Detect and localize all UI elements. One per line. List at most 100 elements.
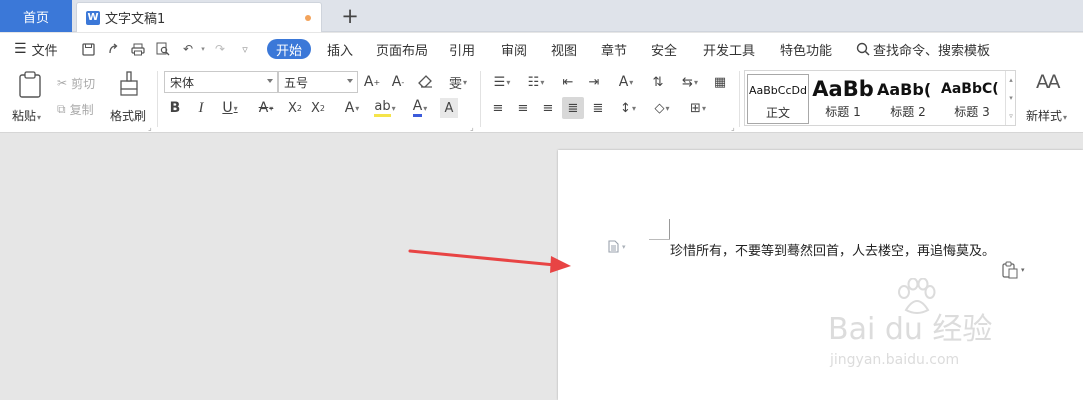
font-launcher-icon[interactable]: ⌟ <box>470 123 474 132</box>
underline-icon[interactable]: U ▾ <box>216 98 244 118</box>
style-preview: AaBb( <box>877 79 932 99</box>
format-painter-label: 格式刷 <box>110 109 147 123</box>
file-menu-label: 文件 <box>31 43 58 59</box>
clear-formatting-icon[interactable] <box>415 73 435 91</box>
style-name: 标题 1 <box>825 105 861 119</box>
table-layout-icon[interactable]: ▦ <box>710 73 730 91</box>
tab-security[interactable]: 安全 <box>651 33 677 65</box>
group-divider <box>739 71 740 127</box>
print-icon[interactable] <box>131 42 145 56</box>
sort-icon[interactable]: ⇅ <box>648 73 668 91</box>
text-direction-icon[interactable]: A ▾ <box>612 73 640 91</box>
style-normal[interactable]: AaBbCcDd 正文 <box>747 74 809 124</box>
text-cursor <box>669 219 670 240</box>
cut-button[interactable]: ✂ 剪切 <box>57 75 95 91</box>
strikethrough-icon[interactable]: A ▾ <box>252 98 280 118</box>
chevron-down-icon <box>347 79 353 83</box>
line-distribution-icon[interactable]: ⇆ ▾ <box>676 73 704 91</box>
new-style-label: 新样式 <box>1026 109 1063 123</box>
tab-references[interactable]: 引用 <box>449 33 475 65</box>
margin-corner-mark <box>649 239 670 240</box>
font-color-icon[interactable]: A ▾ <box>406 98 434 118</box>
style-heading-1[interactable]: AaBb 标题 1 <box>811 74 875 124</box>
customize-quick-access-icon[interactable]: ▿ <box>238 42 252 56</box>
watermark-logo-text: Bai du 经验 <box>828 312 993 347</box>
new-style-button[interactable]: AA 新样式▾ <box>1026 71 1070 129</box>
tab-bar: 首页 W 文字文稿1 + <box>0 0 1083 32</box>
print-preview-icon[interactable] <box>156 42 170 56</box>
undo-dropdown-icon[interactable]: ▾ <box>196 42 210 56</box>
increase-indent-icon[interactable]: ⇥ <box>584 73 604 91</box>
font-size-select[interactable]: 五号 <box>278 71 358 93</box>
clipboard-launcher-icon[interactable]: ⌟ <box>148 123 152 132</box>
group-divider <box>480 71 481 127</box>
style-gallery: AaBbCcDd 正文 AaBb 标题 1 AaBb( 标题 2 AaBbC( … <box>744 70 1016 126</box>
align-center-icon[interactable]: ≡ <box>513 99 533 117</box>
subscript-icon[interactable]: X2 <box>308 98 328 118</box>
bullet-list-icon[interactable]: ☰ ▾ <box>488 73 516 91</box>
tab-special-features[interactable]: 特色功能 <box>780 33 832 65</box>
tab-start[interactable]: 开始 <box>267 39 311 59</box>
line-spacing-icon[interactable]: ↕ ▾ <box>614 99 642 117</box>
document-paragraph[interactable]: 珍惜所有，不要等到蓦然回首，人去楼空，再追悔莫及。 <box>670 240 995 259</box>
style-preview: AaBbCcDd <box>749 83 807 97</box>
italic-icon[interactable]: I <box>191 98 211 118</box>
character-shading-icon[interactable]: A <box>440 98 458 118</box>
scissors-icon: ✂ <box>57 76 68 90</box>
new-tab-plus-icon[interactable]: + <box>338 3 362 29</box>
font-size-value: 五号 <box>284 75 309 90</box>
red-arrow-annotation <box>408 249 571 273</box>
font-family-select[interactable]: 宋体 <box>164 71 278 93</box>
hamburger-icon: ☰ <box>14 41 27 57</box>
justify-icon[interactable]: ≣ <box>562 97 584 119</box>
tab-home[interactable]: 首页 <box>0 0 72 32</box>
tab-chapter[interactable]: 章节 <box>601 33 627 65</box>
phonetic-guide-icon[interactable]: 雯 ▾ <box>443 73 473 92</box>
paste-options-icon[interactable]: ▾ <box>1001 261 1025 279</box>
font-family-value: 宋体 <box>170 75 195 90</box>
text-effect-icon[interactable]: A ▾ <box>338 98 366 118</box>
ribbon-start: 粘贴▾ ✂ 剪切 ⧉ 复制 格式刷 ⌟ 宋体 五号 A + A- 雯 ▾ B I U ▾ … <box>0 65 1083 133</box>
numbered-list-icon[interactable]: ☷ ▾ <box>522 73 550 91</box>
paste-button[interactable]: 粘贴▾ <box>12 71 52 129</box>
align-left-icon[interactable]: ≡ <box>488 99 508 117</box>
style-scroll-icon[interactable]: ▴ ▾ ▿ <box>1005 71 1016 125</box>
style-heading-3[interactable]: AaBbC( 标题 3 <box>941 74 1003 124</box>
tab-view[interactable]: 视图 <box>551 33 577 65</box>
save-icon[interactable] <box>81 42 95 56</box>
new-style-icon: AA <box>1036 71 1060 93</box>
tab-document[interactable]: W 文字文稿1 <box>76 2 322 32</box>
copy-button[interactable]: ⧉ 复制 <box>57 101 94 117</box>
file-menu[interactable]: ☰ 文件 <box>14 33 58 65</box>
shading-icon[interactable]: ◇ ▾ <box>648 99 676 117</box>
superscript-icon[interactable]: X2 <box>285 98 305 118</box>
shrink-font-icon[interactable]: A- <box>388 73 408 91</box>
align-right-icon[interactable]: ≡ <box>538 99 558 117</box>
style-name: 标题 2 <box>890 105 926 119</box>
search-icon <box>856 42 870 56</box>
redo-icon[interactable]: ↷ <box>213 42 227 56</box>
copy-icon: ⧉ <box>57 101 66 116</box>
tab-insert[interactable]: 插入 <box>327 33 353 65</box>
paragraph-launcher-icon[interactable]: ⌟ <box>731 123 735 132</box>
tab-review[interactable]: 审阅 <box>501 33 527 65</box>
paragraph-options-icon[interactable]: ▾ <box>608 240 626 253</box>
style-preview: AaBb <box>812 77 874 101</box>
grow-font-icon[interactable]: A + <box>362 73 382 91</box>
tab-page-layout[interactable]: 页面布局 <box>376 33 428 65</box>
paste-label: 粘贴 <box>12 109 37 123</box>
distributed-align-icon[interactable]: ≣ <box>588 99 608 117</box>
share-icon[interactable] <box>106 42 120 56</box>
command-search[interactable]: 查找命令、搜索模板 <box>856 33 990 65</box>
decrease-indent-icon[interactable]: ⇤ <box>558 73 578 91</box>
document-tab-title: 文字文稿1 <box>105 12 166 27</box>
clipboard-paste-icon <box>19 71 41 98</box>
highlight-color-icon[interactable]: ab ▾ <box>370 98 400 118</box>
undo-icon[interactable]: ↶ <box>181 42 195 56</box>
tab-developer-tools[interactable]: 开发工具 <box>703 33 755 65</box>
command-search-label: 查找命令、搜索模板 <box>873 43 991 59</box>
bold-icon[interactable]: B <box>165 98 185 118</box>
style-heading-2[interactable]: AaBb( 标题 2 <box>877 74 939 124</box>
format-painter-button[interactable]: 格式刷 <box>108 71 150 129</box>
borders-icon[interactable]: ⊞ ▾ <box>684 99 712 117</box>
